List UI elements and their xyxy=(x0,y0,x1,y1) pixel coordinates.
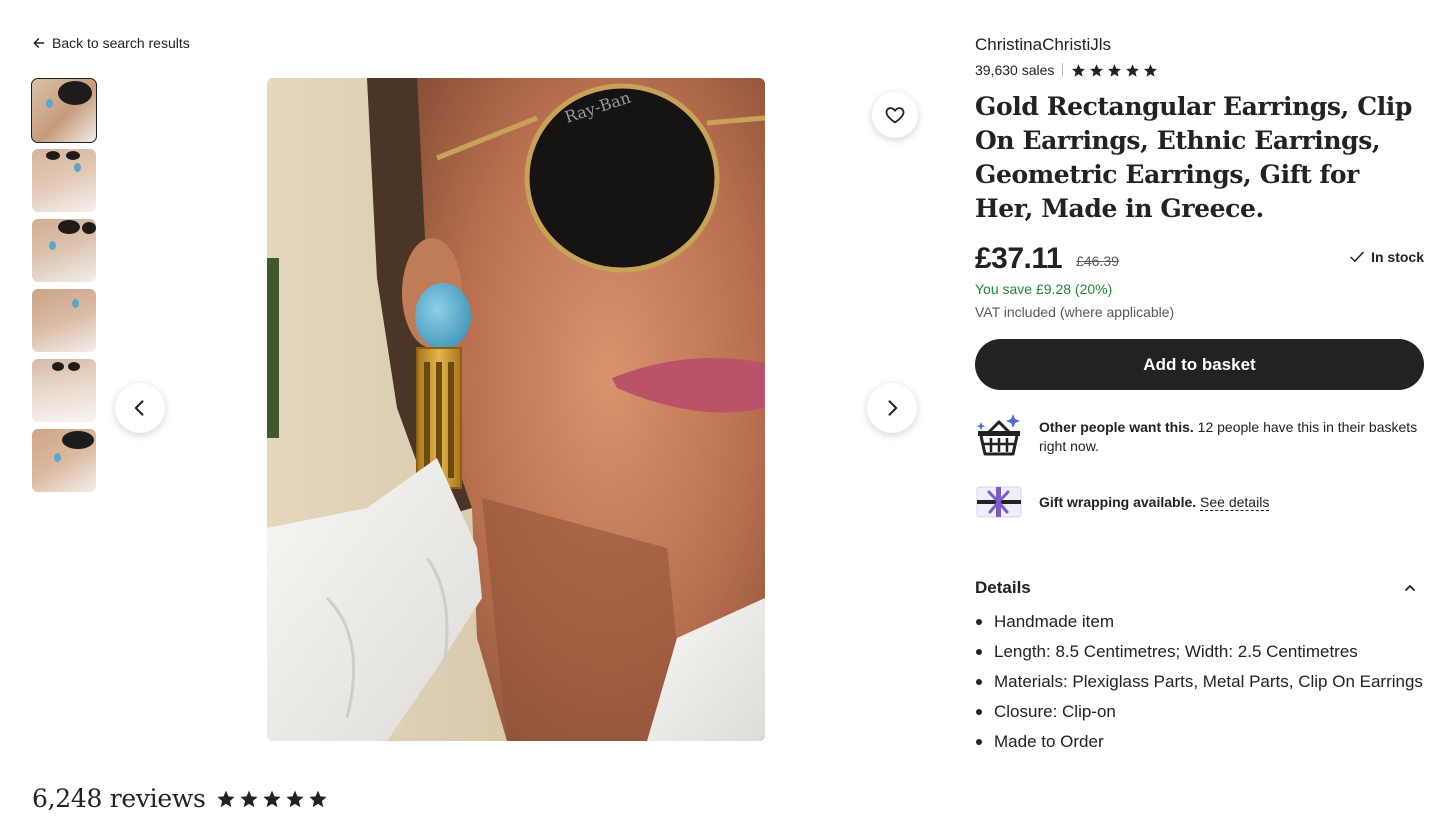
shop-name-link[interactable]: ChristinaChristiJls xyxy=(975,34,1424,56)
previous-image-button[interactable] xyxy=(115,383,165,433)
savings-text: You save £9.28 (20%) xyxy=(975,281,1113,297)
thumbnail-strip xyxy=(31,78,97,499)
checkmark-icon xyxy=(1350,251,1364,262)
chevron-up-icon xyxy=(1405,585,1415,591)
details-item: Materials: Plexiglass Parts, Metal Parts… xyxy=(975,667,1424,697)
details-item: Handmade item xyxy=(975,607,1424,637)
price-row: £37.11 £46.39 In stock xyxy=(975,242,1424,276)
thumbnail-1[interactable] xyxy=(31,78,97,143)
see-details-link[interactable]: See details xyxy=(1200,493,1270,511)
star-icon xyxy=(1126,63,1140,77)
thumbnail-3[interactable] xyxy=(32,219,96,282)
reviews-stars xyxy=(216,789,328,809)
chevron-left-icon xyxy=(134,400,144,416)
divider xyxy=(1062,63,1064,77)
details-heading: Details xyxy=(975,578,1031,597)
chevron-right-icon xyxy=(888,400,898,416)
heart-icon xyxy=(885,107,905,124)
back-to-search-link[interactable]: Back to search results xyxy=(32,33,190,53)
demand-bold-text: Other people want this. xyxy=(1039,419,1194,435)
demand-notice: Other people want this. 12 people have t… xyxy=(975,412,1424,458)
stock-status: In stock xyxy=(1348,248,1424,266)
details-item: Closure: Clip-on xyxy=(975,697,1424,727)
current-price: £37.11 xyxy=(975,242,1063,275)
details-list: Handmade item Length: 8.5 Centimetres; W… xyxy=(975,607,1424,757)
star-icon xyxy=(1072,63,1086,77)
reviews-count: 6,248 reviews xyxy=(32,784,206,813)
star-icon xyxy=(239,790,258,807)
listing-page: Back to search results Ray-Ban 6,248 rev… xyxy=(0,0,1456,816)
details-item: Made to Order xyxy=(975,727,1424,757)
details-item: Length: 8.5 Centimetres; Width: 2.5 Cent… xyxy=(975,637,1424,667)
gift-wrapping-text: Gift wrapping available. See details xyxy=(1039,493,1270,512)
star-icon xyxy=(1090,63,1104,77)
next-image-button[interactable] xyxy=(867,383,917,433)
back-link-label: Back to search results xyxy=(52,35,190,51)
star-icon xyxy=(308,790,327,807)
gift-bold-text: Gift wrapping available. xyxy=(1039,493,1197,510)
original-price: £46.39 xyxy=(1076,253,1119,269)
thumbnail-2[interactable] xyxy=(32,149,96,212)
star-icon xyxy=(285,790,304,807)
stock-status-label: In stock xyxy=(1371,249,1424,265)
product-title: Gold Rectangular Earrings, Clip On Earri… xyxy=(975,92,1412,223)
basket-sparkle-icon xyxy=(976,414,1020,456)
arrow-left-icon xyxy=(33,38,45,48)
thumbnail-6[interactable] xyxy=(32,429,96,492)
shop-sales-count: 39,630 sales xyxy=(975,62,1055,78)
favorite-button[interactable] xyxy=(872,92,918,138)
details-accordion-toggle[interactable]: Details xyxy=(975,577,1424,599)
product-info-panel: ChristinaChristiJls 39,630 sales Gold Re… xyxy=(975,34,1424,757)
star-icon xyxy=(1144,63,1158,77)
vat-note: VAT included (where applicable) xyxy=(975,304,1175,320)
add-to-basket-button[interactable]: Add to basket xyxy=(975,339,1424,390)
thumbnail-5[interactable] xyxy=(32,359,96,422)
demand-text: Other people want this. 12 people have t… xyxy=(1039,418,1424,456)
gift-wrapping-notice: Gift wrapping available. See details xyxy=(975,484,1424,520)
thumbnail-4[interactable] xyxy=(32,289,96,352)
star-icon xyxy=(262,790,281,807)
star-icon xyxy=(1108,63,1122,77)
gift-icon xyxy=(976,486,1022,518)
reviews-summary: 6,248 reviews xyxy=(32,784,328,813)
shop-rating-stars xyxy=(1071,63,1158,78)
main-product-image[interactable]: Ray-Ban xyxy=(267,78,765,741)
star-icon xyxy=(216,790,235,807)
shop-sales-row: 39,630 sales xyxy=(975,60,1424,80)
